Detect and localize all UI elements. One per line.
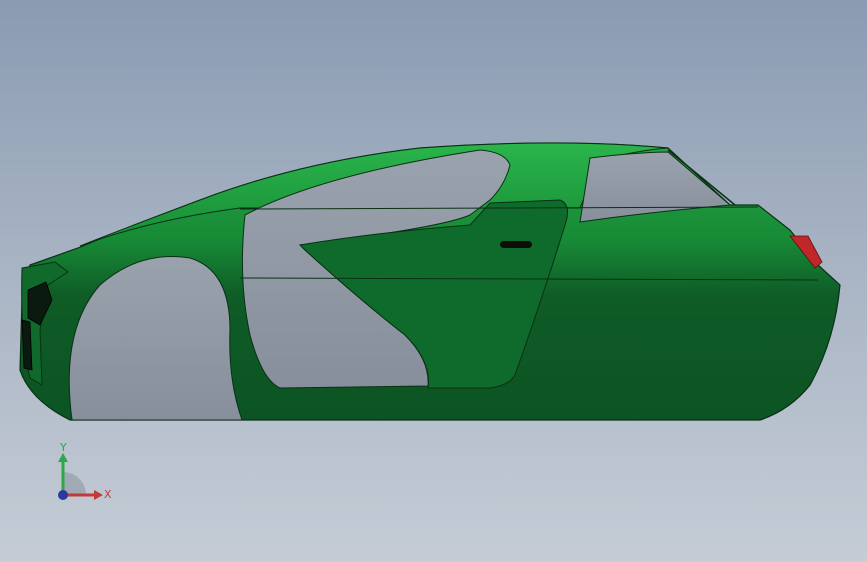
- x-axis-head: [94, 490, 103, 500]
- orientation-triad[interactable]: Y X: [48, 440, 118, 510]
- cad-viewport[interactable]: Y X: [0, 0, 867, 562]
- x-axis-label: X: [104, 488, 112, 501]
- car-model[interactable]: [0, 0, 867, 562]
- z-axis-dot: [58, 490, 68, 500]
- door-handle: [500, 241, 532, 248]
- y-axis-label: Y: [59, 441, 67, 454]
- y-axis-head: [58, 453, 68, 462]
